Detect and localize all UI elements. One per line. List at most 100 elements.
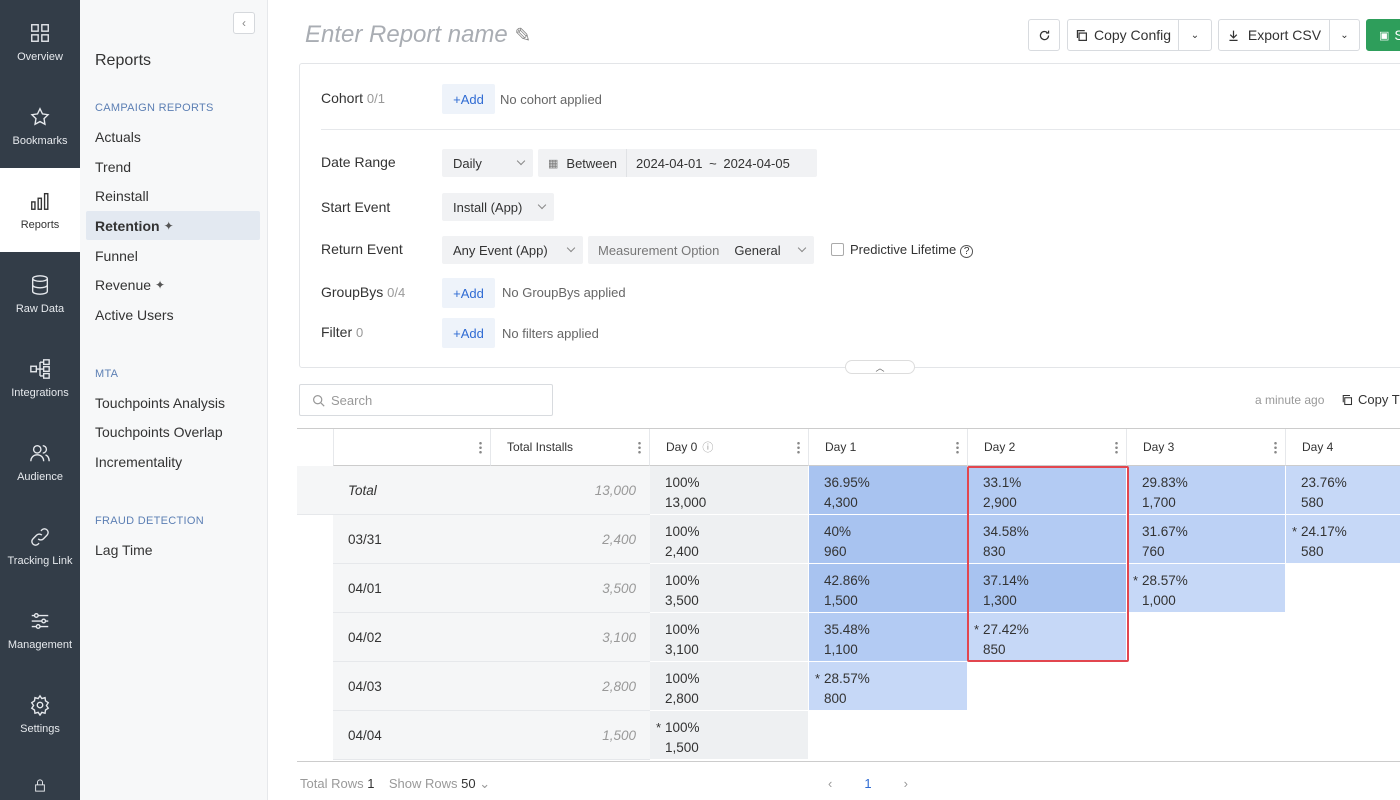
subnav-item-label: Lag Time: [95, 541, 153, 558]
page-number[interactable]: 1: [864, 776, 871, 791]
show-rows-select[interactable]: 50: [461, 776, 475, 791]
retention-count: 800: [824, 691, 847, 706]
rail-raw-data[interactable]: Raw Data: [0, 252, 80, 336]
section-title-campaign: CAMPAIGN REPORTS: [95, 102, 214, 114]
retention-cell[interactable]: 35.48% 1,100: [809, 613, 968, 662]
rail-settings[interactable]: Settings: [0, 672, 80, 756]
retention-cell[interactable]: 31.67% 760: [1127, 515, 1286, 564]
rail-bookmarks[interactable]: Bookmarks: [0, 84, 80, 168]
table-search-input[interactable]: Search: [299, 384, 553, 416]
partial-data-icon: *: [815, 671, 821, 686]
rail-integrations[interactable]: Integrations: [0, 336, 80, 420]
retention-cell[interactable]: * 100% 1,500: [650, 711, 809, 760]
retention-cell[interactable]: 100% 2,400: [650, 515, 809, 564]
updated-timestamp: a minute ago: [1255, 393, 1325, 407]
retention-cell[interactable]: 29.83% 1,700: [1127, 466, 1286, 515]
groupbys-label: GroupBys 0/4: [321, 284, 406, 300]
prev-page-button[interactable]: ‹: [828, 776, 832, 791]
subnav-item-reinstall[interactable]: Reinstall: [86, 181, 260, 210]
rail-management[interactable]: Management: [0, 588, 80, 672]
copy-config-button[interactable]: Copy Config: [1067, 19, 1179, 51]
retention-percent: 31.67%: [1142, 524, 1188, 539]
collapse-panel-button[interactable]: ︿: [845, 360, 915, 374]
retention-cell[interactable]: 36.95% 4,300: [809, 466, 968, 515]
rail-reports[interactable]: Reports: [0, 168, 80, 252]
table-row: 04/01 3,500: [333, 564, 651, 613]
predictive-checkbox[interactable]: [831, 243, 844, 256]
subnav-item-touchpoints-overlap[interactable]: Touchpoints Overlap: [86, 417, 260, 446]
subnav-item-actuals[interactable]: Actuals: [86, 122, 260, 151]
column-menu-icon: [1274, 441, 1277, 454]
subnav-item-active-users[interactable]: Active Users: [86, 300, 260, 329]
column-header-label: Day 2: [984, 440, 1016, 454]
date-range-picker[interactable]: ▦ Between 2024-04-01 ~ 2024-04-05: [538, 149, 817, 177]
retention-cell[interactable]: * 24.17% 580: [1286, 515, 1400, 564]
rail-label: Overview: [17, 50, 63, 63]
subnav-item-lag-time[interactable]: Lag Time: [86, 535, 260, 564]
retention-cell[interactable]: 42.86% 1,500: [809, 564, 968, 613]
collapse-sidebar-button[interactable]: ‹: [233, 12, 255, 34]
pagination: ‹ 1 ›: [828, 776, 908, 791]
column-header[interactable]: Day 2: [968, 429, 1127, 466]
granularity-select[interactable]: Daily: [442, 149, 533, 177]
retention-cell[interactable]: 100% 3,100: [650, 613, 809, 662]
copy-config-dropdown[interactable]: ⌄: [1178, 19, 1212, 51]
rail-label: Tracking Link: [7, 554, 73, 567]
retention-count: 2,800: [665, 691, 699, 706]
subnav-item-revenue[interactable]: Revenue ✦: [86, 270, 260, 299]
export-dropdown[interactable]: ⌄: [1329, 19, 1360, 51]
retention-cell[interactable]: * 28.57% 800: [809, 662, 968, 711]
people-icon: [30, 444, 50, 461]
row-date: 04/03: [348, 679, 382, 694]
add-filter-button[interactable]: + Add: [442, 318, 495, 348]
retention-percent: 28.57%: [824, 671, 870, 686]
subnav-item-funnel[interactable]: Funnel: [86, 241, 260, 270]
copy-icon: [1342, 394, 1353, 405]
column-header[interactable]: Day 3: [1127, 429, 1286, 466]
table-row: 04/02 3,100: [333, 613, 651, 662]
subnav-item-touchpoints-analysis[interactable]: Touchpoints Analysis: [86, 388, 260, 417]
start-event-select[interactable]: Install (App): [442, 193, 554, 221]
copy-table-button[interactable]: Copy T: [1341, 392, 1400, 407]
next-page-button[interactable]: ›: [904, 776, 908, 791]
column-header[interactable]: Day 4: [1286, 429, 1400, 466]
retention-cell[interactable]: 100% 3,500: [650, 564, 809, 613]
rail-lock[interactable]: [0, 768, 80, 800]
row-date: 04/01: [348, 581, 382, 596]
save-button[interactable]: ▣ S: [1366, 19, 1400, 51]
report-name-input[interactable]: Enter Report name ✎: [305, 21, 531, 49]
row-date: 03/31: [348, 532, 382, 547]
subnav-item-trend[interactable]: Trend: [86, 152, 260, 181]
predictive-label: Predictive Lifetime ?: [850, 242, 974, 258]
retention-cell[interactable]: 40% 960: [809, 515, 968, 564]
column-header[interactable]: Total Installs: [491, 429, 650, 466]
add-groupby-button[interactable]: + Add: [442, 278, 495, 308]
column-header[interactable]: [333, 429, 491, 466]
refresh-button[interactable]: [1028, 19, 1060, 51]
subnav-item-incrementality[interactable]: Incrementality: [86, 447, 260, 476]
retention-percent: 100%: [665, 524, 700, 539]
retention-cell[interactable]: 23.76% 580: [1286, 466, 1400, 515]
retention-cell[interactable]: * 28.57% 1,000: [1127, 564, 1286, 613]
subnav-item-retention[interactable]: Retention ✦: [86, 211, 260, 240]
rail-overview[interactable]: Overview: [0, 0, 80, 84]
highlight-box: [967, 466, 1129, 662]
rail-tracking-link[interactable]: Tracking Link: [0, 504, 80, 588]
rail-audience[interactable]: Audience: [0, 420, 80, 504]
retention-cell[interactable]: 100% 13,000: [650, 466, 809, 515]
subnav-item-label: Incrementality: [95, 453, 183, 470]
measurement-option-select[interactable]: Measurement Option General: [588, 236, 814, 264]
return-event-select[interactable]: Any Event (App): [442, 236, 583, 264]
chevron-down-icon: ⌄: [479, 776, 491, 791]
report-name-placeholder: Enter Report name: [305, 21, 508, 48]
column-header[interactable]: Day 0 ⓘ: [650, 429, 809, 466]
column-header[interactable]: Day 1: [809, 429, 968, 466]
retention-count: 3,100: [665, 642, 699, 657]
add-cohort-button[interactable]: + Add: [442, 84, 495, 114]
retention-cell[interactable]: 100% 2,800: [650, 662, 809, 711]
retention-percent: 100%: [665, 475, 700, 490]
filter-panel: Cohort 0/1 + Add No cohort applied Date R…: [299, 63, 1400, 368]
export-csv-button[interactable]: Export CSV: [1218, 19, 1330, 51]
table-row: 03/31 2,400: [333, 515, 651, 564]
subnav-item-label: Funnel: [95, 247, 138, 264]
